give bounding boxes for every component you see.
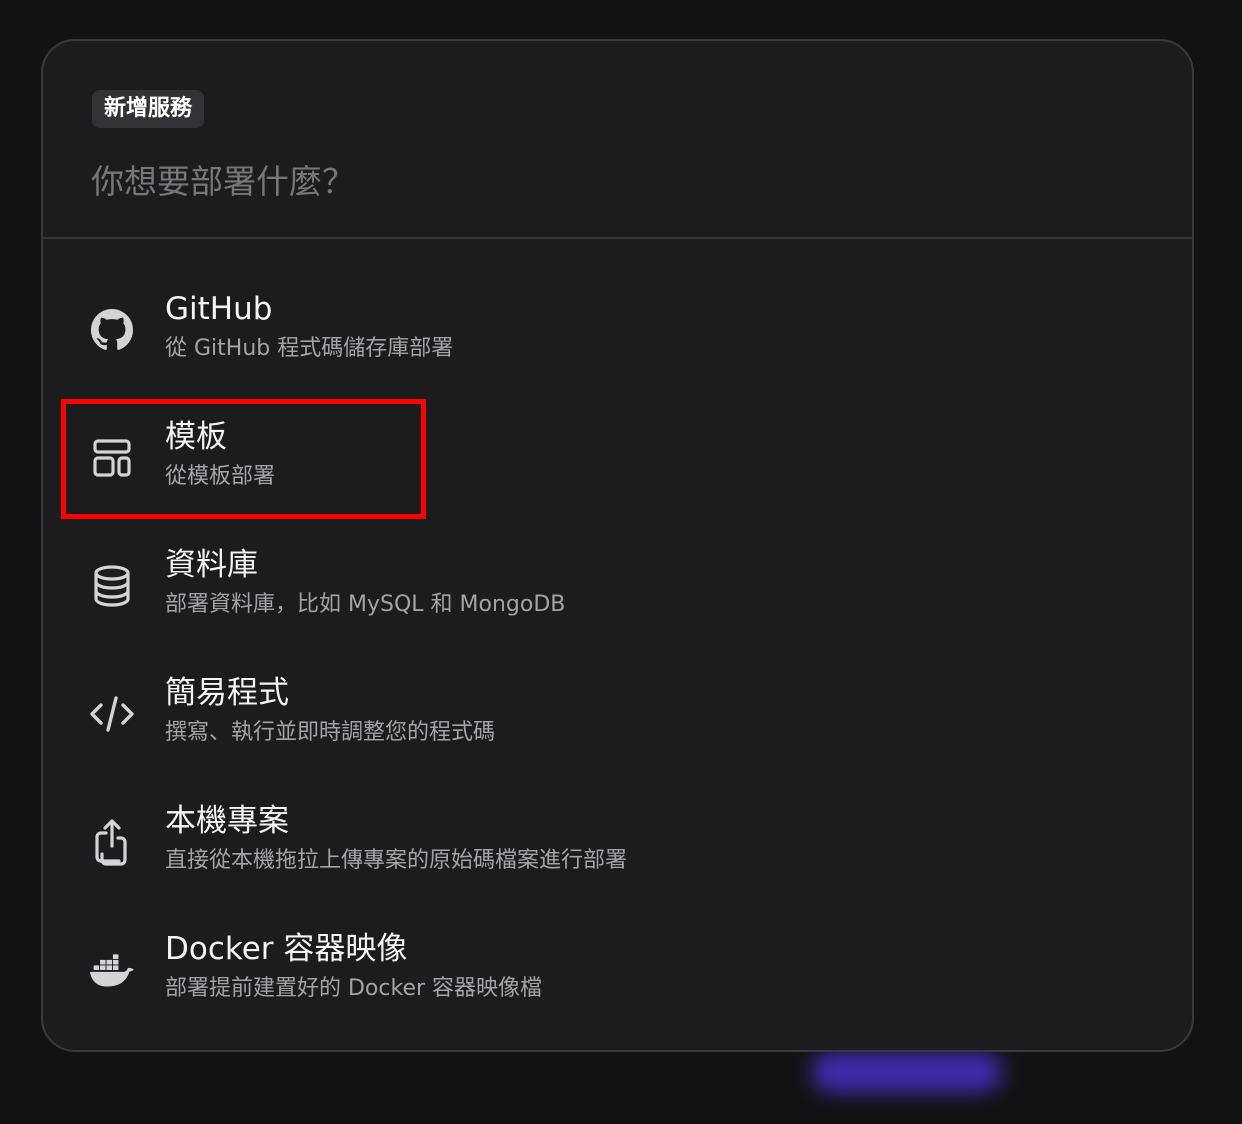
option-title: 模板 (165, 419, 227, 455)
option-description: 撰寫、執行並即時調整您的程式碼 (165, 720, 496, 745)
github-icon (89, 307, 135, 353)
new-service-badge: 新增服務 (92, 90, 205, 128)
option-title: 資料庫 (165, 547, 258, 583)
database-icon (89, 563, 135, 609)
option-description: 從 GitHub 程式碼儲存庫部署 (165, 336, 454, 361)
option-title: GitHub (165, 291, 273, 327)
upload-icon (89, 819, 135, 866)
option-title: 簡易程式 (165, 675, 289, 711)
option-description: 從模板部署 (165, 464, 276, 489)
option-docker-image[interactable]: Docker 容器映像 部署提前建置好的 Docker 容器映像檔 (61, 909, 1171, 1029)
option-local-project[interactable]: 本機專案 直接從本機拖拉上傳專案的原始碼檔案進行部署 (61, 781, 1171, 901)
option-description: 直接從本機拖拉上傳專案的原始碼檔案進行部署 (165, 848, 628, 873)
option-template[interactable]: 模板 從模板部署 (61, 397, 1171, 517)
template-layout-icon (89, 435, 135, 481)
option-title: 本機專案 (165, 803, 289, 839)
option-description: 部署資料庫，比如 MySQL 和 MongoDB (165, 592, 566, 617)
option-description: 部署提前建置好的 Docker 容器映像檔 (165, 976, 543, 1001)
search-input[interactable] (91, 155, 1131, 207)
option-simple-code[interactable]: 簡易程式 撰寫、執行並即時調整您的程式碼 (61, 653, 1171, 773)
background-accent-glow (812, 1052, 1002, 1092)
docker-icon (89, 947, 135, 993)
option-database[interactable]: 資料庫 部署資料庫，比如 MySQL 和 MongoDB (61, 525, 1171, 645)
option-title: Docker 容器映像 (165, 931, 408, 967)
new-service-dialog: 新增服務 GitHub 從 GitHub 程式碼儲存庫部署 模板 從模板部署 (41, 39, 1194, 1052)
option-github[interactable]: GitHub 從 GitHub 程式碼儲存庫部署 (61, 269, 1171, 389)
dialog-header: 新增服務 (43, 41, 1192, 239)
code-icon (89, 691, 135, 737)
